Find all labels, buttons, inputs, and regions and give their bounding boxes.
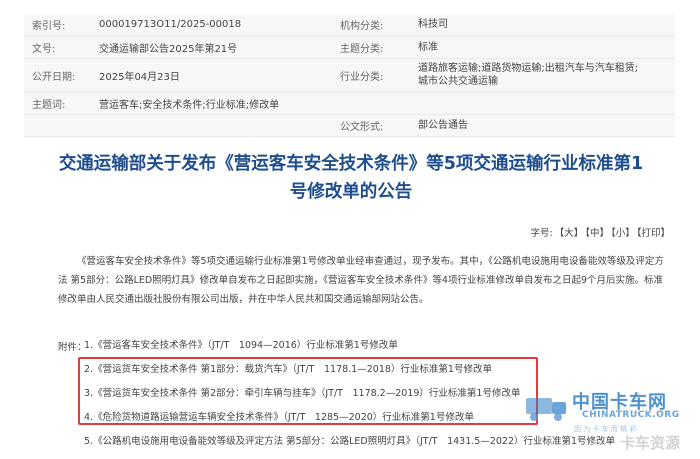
topic-label: 主题分类: xyxy=(332,36,410,59)
org-label: 机构分类: xyxy=(332,14,410,37)
font-small-button[interactable]: 【小】 xyxy=(611,228,635,239)
document-meta-table: 索引号: 000019713O11/2025-00018 机构分类: 科技司 文… xyxy=(24,14,675,137)
keyword-value: 营运客车;安全技术条件;行业标准;修改单 xyxy=(91,92,332,115)
font-size-label: 字号: xyxy=(530,228,553,239)
industry-value-line2: 城市公共交通运输 xyxy=(418,76,498,87)
attachments-label: 附件： xyxy=(58,342,87,353)
industry-label: 行业分类: xyxy=(332,58,410,93)
watermark-en: CHINATRUCK.ORG xyxy=(582,410,680,420)
empty-cell xyxy=(332,92,410,115)
page-title-line2: 号修改单的公告 xyxy=(289,182,413,202)
index-label: 索引号: xyxy=(24,14,91,37)
topic-value: 标准 xyxy=(410,36,675,59)
form-label: 公文形式: xyxy=(332,114,410,137)
date-value: 2025年04月23日 xyxy=(91,58,332,93)
docno-label: 文号: xyxy=(24,36,91,59)
keyword-label: 主题词: xyxy=(24,92,91,115)
index-value: 000019713O11/2025-00018 xyxy=(91,14,332,37)
font-medium-button[interactable]: 【中】 xyxy=(585,228,609,239)
watermark-sub: 卡车资源 xyxy=(620,434,681,452)
empty-cell xyxy=(24,114,91,137)
industry-value: 道路旅客运输;道路货物运输;出租汽车与汽车租赁; 城市公共交通运输 xyxy=(410,58,675,93)
font-large-button[interactable]: 【大】 xyxy=(555,228,584,239)
page-title: 交通运输部关于发布《营运客车安全技术条件》等5项交通运输行业标准第1 号修改单的… xyxy=(28,150,674,206)
date-label: 公开日期: xyxy=(24,58,91,93)
highlight-annotation-box xyxy=(78,357,538,425)
form-value: 部公告通告 xyxy=(410,114,675,137)
industry-value-line1: 道路旅客运输;道路货物运输;出租汽车与汽车租赁; xyxy=(418,63,639,74)
page-title-line1: 交通运输部关于发布《营运客车安全技术条件》等5项交通运输行业标准第1 xyxy=(58,154,644,174)
body-paragraph: 《营运客车安全技术条件》等5项交通运输行业标准第1号修改单业经审查通过，现予发布… xyxy=(58,256,664,305)
font-size-controls: 字号: 【大】 【中】 【小】 【打印】 xyxy=(528,225,670,239)
org-value: 科技司 xyxy=(410,14,675,37)
watermark: 中国卡车网 CHINATRUCK.ORG 因 为 卡 车 而 精 彩 卡车资源 xyxy=(524,388,694,458)
truck-logo-icon xyxy=(526,398,566,421)
empty-cell xyxy=(410,92,675,115)
print-button[interactable]: 【打印】 xyxy=(637,228,670,239)
docno-value: 交通运输部公告2025年第21号 xyxy=(91,36,332,59)
empty-cell xyxy=(91,114,332,137)
